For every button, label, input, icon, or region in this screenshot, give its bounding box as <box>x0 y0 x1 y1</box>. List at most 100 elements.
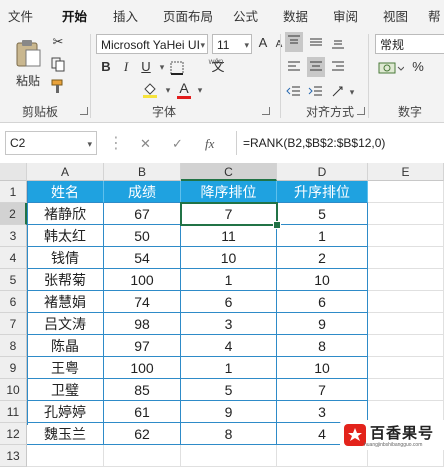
row-header[interactable]: 1 <box>0 181 27 203</box>
empty-cell[interactable] <box>368 291 444 313</box>
row-header[interactable]: 4 <box>0 247 27 269</box>
align-top-icon[interactable] <box>286 34 302 50</box>
desc-rank-cell[interactable]: 6 <box>181 291 277 313</box>
name-cell[interactable]: 吕文涛 <box>27 313 104 335</box>
copy-icon[interactable] <box>50 56 66 72</box>
asc-rank-cell[interactable]: 1 <box>277 225 368 247</box>
tab-formulas[interactable]: 公式 <box>233 6 258 25</box>
column-header-d[interactable]: D <box>277 163 368 181</box>
score-cell[interactable]: 67 <box>104 203 181 225</box>
cancel-icon[interactable]: ✕ <box>140 136 151 152</box>
empty-cell[interactable] <box>181 445 277 467</box>
empty-cell[interactable] <box>368 313 444 335</box>
clipboard-dialog-launcher[interactable] <box>80 107 88 115</box>
desc-rank-cell[interactable]: 4 <box>181 335 277 357</box>
empty-cell[interactable] <box>368 247 444 269</box>
asc-rank-cell[interactable]: 8 <box>277 335 368 357</box>
fill-color-icon[interactable] <box>142 81 158 99</box>
desc-rank-cell[interactable]: 11 <box>181 225 277 247</box>
currency-format-icon[interactable] <box>378 60 404 76</box>
asc-rank-cell[interactable]: 2 <box>277 247 368 269</box>
desc-rank-cell[interactable]: 1 <box>181 269 277 291</box>
tab-insert[interactable]: 插入 <box>113 6 138 25</box>
column-header-a[interactable]: A <box>27 163 104 181</box>
name-cell[interactable]: 褚静欣 <box>27 203 104 225</box>
row-header[interactable]: 7 <box>0 313 27 335</box>
number-format-dropdown[interactable]: 常规 <box>375 34 444 54</box>
name-cell[interactable]: 韩太红 <box>27 225 104 247</box>
asc-rank-cell[interactable]: 5 <box>277 203 368 225</box>
tab-view[interactable]: 视图 <box>383 6 408 25</box>
align-left-icon[interactable] <box>286 59 302 75</box>
borders-icon[interactable] <box>170 61 186 75</box>
tab-help[interactable]: 帮 <box>428 6 441 25</box>
align-bottom-icon[interactable] <box>330 34 346 50</box>
score-cell[interactable]: 50 <box>104 225 181 247</box>
row-header[interactable]: 9 <box>0 357 27 379</box>
name-cell[interactable]: 王粤 <box>27 357 104 379</box>
grow-font-icon[interactable]: A <box>255 35 271 51</box>
row-header[interactable]: 11 <box>0 401 27 423</box>
underline-button[interactable]: U <box>138 59 154 75</box>
score-cell[interactable]: 98 <box>104 313 181 335</box>
row-header[interactable]: 2 <box>0 203 27 225</box>
name-cell[interactable]: 孔婷婷 <box>27 401 104 423</box>
header-score-cell[interactable]: 成绩 <box>104 181 181 203</box>
row-header[interactable]: 8 <box>0 335 27 357</box>
tab-data[interactable]: 数据 <box>283 6 308 25</box>
empty-cell[interactable] <box>368 203 444 225</box>
paste-button[interactable]: 粘贴 <box>10 36 46 92</box>
score-cell[interactable]: 100 <box>104 357 181 379</box>
select-all-corner[interactable] <box>0 163 27 181</box>
tab-review[interactable]: 审阅 <box>333 6 358 25</box>
row-header[interactable]: 3 <box>0 225 27 247</box>
enter-icon[interactable]: ✓ <box>172 136 183 152</box>
name-cell[interactable]: 褚慧娟 <box>27 291 104 313</box>
empty-cell[interactable] <box>368 379 444 401</box>
italic-button[interactable]: I <box>118 59 134 75</box>
asc-rank-cell[interactable]: 10 <box>277 357 368 379</box>
cut-icon[interactable]: ✂ <box>50 34 66 50</box>
row-header[interactable]: 10 <box>0 379 27 401</box>
increase-indent-icon[interactable] <box>308 84 324 98</box>
row-header[interactable]: 13 <box>0 445 27 467</box>
empty-cell[interactable] <box>368 181 444 203</box>
row-header[interactable]: 5 <box>0 269 27 291</box>
desc-rank-cell[interactable]: 1 <box>181 357 277 379</box>
empty-cell[interactable] <box>368 357 444 379</box>
tab-file[interactable]: 文件 <box>8 6 33 25</box>
bold-button[interactable]: B <box>98 59 114 75</box>
desc-rank-cell[interactable]: 10 <box>181 247 277 269</box>
name-box[interactable]: C2 ▾ <box>5 131 97 155</box>
score-cell[interactable]: 97 <box>104 335 181 357</box>
font-name-dropdown[interactable]: Microsoft YaHei UI ▾ <box>96 34 208 54</box>
empty-cell[interactable] <box>27 445 104 467</box>
align-middle-icon[interactable] <box>308 34 324 50</box>
align-center-icon[interactable] <box>308 59 324 75</box>
asc-rank-cell[interactable]: 9 <box>277 313 368 335</box>
row-header[interactable]: 12 <box>0 423 27 445</box>
name-cell[interactable]: 魏玉兰 <box>27 423 104 445</box>
alignment-dialog-launcher[interactable] <box>357 107 365 115</box>
desc-rank-cell[interactable]: 9 <box>181 401 277 423</box>
decrease-indent-icon[interactable] <box>286 84 302 98</box>
row-header[interactable]: 6 <box>0 291 27 313</box>
formula-input[interactable]: =RANK(B2,$B$2:$B$12,0) <box>236 131 444 155</box>
empty-cell[interactable] <box>368 269 444 291</box>
insert-function-button[interactable]: fx <box>205 136 214 152</box>
font-size-dropdown[interactable]: 11 ▾ <box>212 34 252 54</box>
font-color-icon[interactable]: A <box>176 80 192 96</box>
tab-page-layout[interactable]: 页面布局 <box>163 6 213 25</box>
worksheet-grid[interactable]: A B C D E 1 2 3 4 5 6 7 8 9 10 11 12 13 姓名 成绩 降序排位 升序排位… <box>0 163 444 467</box>
score-cell[interactable]: 100 <box>104 269 181 291</box>
desc-rank-cell[interactable]: 7 <box>181 203 277 225</box>
score-cell[interactable]: 74 <box>104 291 181 313</box>
score-cell[interactable]: 61 <box>104 401 181 423</box>
score-cell[interactable]: 54 <box>104 247 181 269</box>
column-header-e[interactable]: E <box>368 163 444 181</box>
header-asc-rank-cell[interactable]: 升序排位 <box>277 181 368 203</box>
score-cell[interactable]: 85 <box>104 379 181 401</box>
empty-cell[interactable] <box>104 445 181 467</box>
format-painter-icon[interactable] <box>50 78 66 94</box>
header-name-cell[interactable]: 姓名 <box>27 181 104 203</box>
